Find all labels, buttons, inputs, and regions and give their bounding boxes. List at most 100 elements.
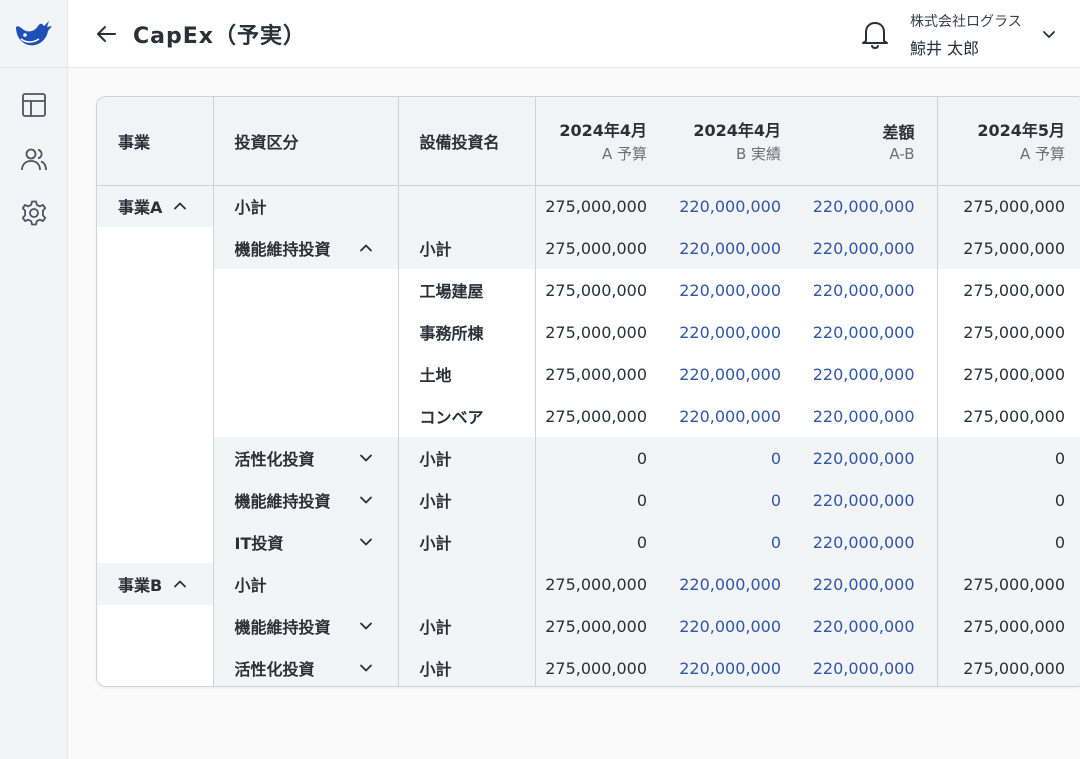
- table-row: 活性化投資 小計 0 0 220,000,000 0: [97, 437, 1080, 479]
- value-cell: 220,000,000: [669, 353, 803, 395]
- category-cell: 小計: [213, 185, 399, 227]
- business-cell[interactable]: 事業A: [97, 185, 214, 227]
- chevron-down-icon[interactable]: [358, 534, 374, 550]
- category-label: 活性化投資: [234, 660, 315, 679]
- chevron-down-icon[interactable]: [1040, 25, 1058, 43]
- category-label: 小計: [234, 198, 267, 218]
- sidebar-divider: [0, 67, 68, 68]
- value-cell: 275,000,000: [535, 185, 669, 227]
- value-cell: 275,000,000: [937, 395, 1080, 437]
- chevron-down-icon[interactable]: [358, 660, 374, 676]
- value-cell: 275,000,000: [535, 605, 669, 647]
- value-cell: 220,000,000: [803, 521, 938, 563]
- table-row: 機能維持投資 小計 275,000,000 220,000,000 220,000,00…: [97, 227, 1080, 269]
- value-cell: 220,000,000: [803, 605, 938, 647]
- gear-icon[interactable]: [20, 199, 48, 227]
- table-row: 機能維持投資 小計 275,000,000 220,000,000 220,000,00…: [97, 605, 1080, 647]
- header-category: 投資区分: [213, 97, 399, 186]
- value-cell: 275,000,000: [937, 647, 1080, 686]
- value-cell: 275,000,000: [937, 311, 1080, 353]
- value-cell: 220,000,000: [803, 185, 938, 227]
- chevron-up-icon[interactable]: [172, 576, 188, 592]
- value-cell: 275,000,000: [937, 227, 1080, 269]
- users-icon[interactable]: [20, 145, 48, 173]
- header: CapEx（予実） 株式会社ログラス 鯨井 太郎: [68, 0, 1080, 68]
- value-cell: 0: [937, 479, 1080, 521]
- category-cell: [213, 311, 399, 353]
- whale-logo-icon[interactable]: [13, 17, 53, 51]
- layout-icon[interactable]: [20, 91, 48, 119]
- company-name: 株式会社ログラス: [910, 14, 1022, 30]
- equipment-cell: 事務所棟: [398, 311, 536, 353]
- back-arrow-icon[interactable]: [95, 22, 119, 46]
- business-cell: [97, 269, 214, 311]
- business-cell: [97, 353, 214, 395]
- bell-icon[interactable]: [860, 18, 890, 50]
- equipment-cell: 工場建屋: [398, 269, 536, 311]
- business-cell: [97, 395, 214, 437]
- value-cell: 220,000,000: [669, 269, 803, 311]
- table-row: 機能維持投資 小計 0 0 220,000,000 0: [97, 479, 1080, 521]
- value-cell: 220,000,000: [803, 395, 938, 437]
- chevron-down-icon[interactable]: [358, 618, 374, 634]
- value-cell: 220,000,000: [803, 269, 938, 311]
- equipment-cell: [398, 563, 536, 605]
- chevron-up-icon[interactable]: [172, 198, 188, 214]
- chevron-up-icon[interactable]: [358, 240, 374, 256]
- table-row: IT投資 小計 0 0 220,000,000 0: [97, 521, 1080, 563]
- value-cell: 0: [669, 521, 803, 563]
- header-may-budget: 2024年5月 A 予算: [937, 97, 1080, 186]
- table-row: 事務所棟 275,000,000 220,000,000 220,000,000 275…: [97, 311, 1080, 353]
- category-label: 機能維持投資: [234, 492, 331, 511]
- value-cell: 220,000,000: [669, 227, 803, 269]
- business-cell: [97, 605, 214, 647]
- value-cell: 220,000,000: [803, 647, 938, 686]
- equipment-cell: [398, 185, 536, 227]
- category-label: IT投資: [234, 534, 284, 553]
- equipment-cell: 小計: [398, 521, 536, 563]
- value-cell: 0: [937, 437, 1080, 479]
- value-cell: 220,000,000: [803, 353, 938, 395]
- category-cell[interactable]: IT投資: [213, 521, 399, 563]
- business-cell: [97, 311, 214, 353]
- equipment-cell: コンベア: [398, 395, 536, 437]
- equipment-cell: 土地: [398, 353, 536, 395]
- category-cell: [213, 395, 399, 437]
- header-equipment: 設備投資名: [398, 97, 536, 186]
- business-cell: [97, 521, 214, 563]
- equipment-cell: 小計: [398, 227, 536, 269]
- category-cell: [213, 353, 399, 395]
- business-cell[interactable]: 事業B: [97, 563, 214, 605]
- value-cell: 0: [669, 479, 803, 521]
- equipment-cell: 小計: [398, 647, 536, 686]
- value-cell: 275,000,000: [937, 605, 1080, 647]
- category-cell[interactable]: 機能維持投資: [213, 605, 399, 647]
- value-cell: 220,000,000: [803, 437, 938, 479]
- value-cell: 0: [535, 521, 669, 563]
- table-row: コンベア 275,000,000 220,000,000 220,000,000 275…: [97, 395, 1080, 437]
- value-cell: 0: [535, 479, 669, 521]
- category-label: 機能維持投資: [234, 240, 331, 259]
- value-cell: 275,000,000: [535, 353, 669, 395]
- business-label: 事業A: [118, 198, 163, 218]
- category-label: 機能維持投資: [234, 618, 331, 637]
- value-cell: 220,000,000: [803, 227, 938, 269]
- value-cell: 275,000,000: [535, 647, 669, 686]
- value-cell: 275,000,000: [937, 269, 1080, 311]
- chevron-down-icon[interactable]: [358, 450, 374, 466]
- equipment-cell: 小計: [398, 605, 536, 647]
- business-cell: [97, 227, 214, 269]
- category-cell[interactable]: 活性化投資: [213, 437, 399, 479]
- value-cell: 275,000,000: [535, 395, 669, 437]
- page-title: CapEx（予実）: [133, 24, 306, 49]
- value-cell: 220,000,000: [669, 563, 803, 605]
- category-cell[interactable]: 機能維持投資: [213, 479, 399, 521]
- value-cell: 0: [669, 437, 803, 479]
- header-apr-actual: 2024年4月 B 実績: [669, 97, 803, 186]
- category-cell[interactable]: 活性化投資: [213, 647, 399, 686]
- user-name[interactable]: 鯨井 太郎: [910, 35, 979, 59]
- category-label: 活性化投資: [234, 450, 315, 469]
- chevron-down-icon[interactable]: [358, 492, 374, 508]
- category-cell[interactable]: 機能維持投資: [213, 227, 399, 269]
- category-cell: [213, 269, 399, 311]
